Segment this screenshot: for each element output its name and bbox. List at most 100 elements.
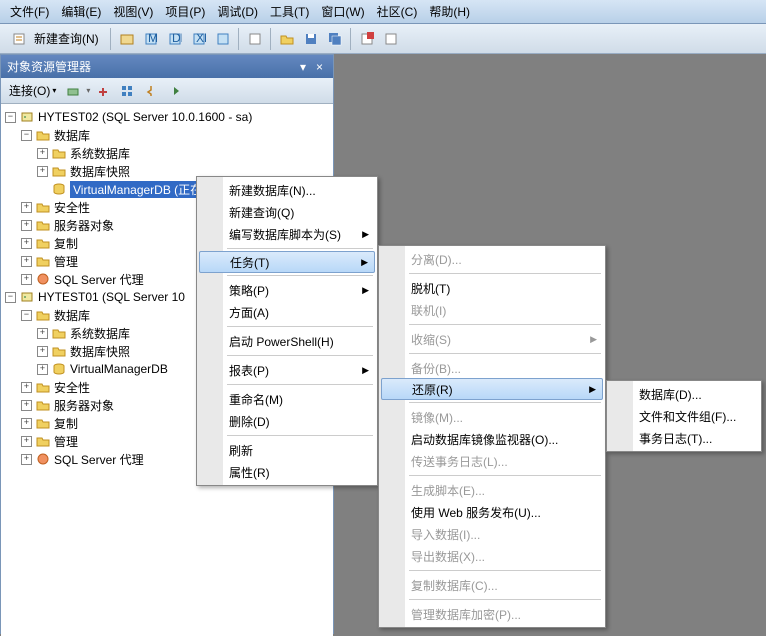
expand-icon[interactable]: + (21, 274, 32, 285)
tree-sysdb1[interactable]: +系统数据库 (3, 144, 331, 162)
expand-icon[interactable]: + (21, 220, 32, 231)
expand-icon[interactable]: + (37, 364, 48, 375)
database-icon (51, 361, 67, 377)
ctx-restore-filegroup[interactable]: 文件和文件组(F)... (609, 405, 759, 427)
ctx-offline[interactable]: 脱机(T) (381, 277, 603, 299)
ctx-online: 联机(I) (381, 299, 603, 321)
tb-btn-1[interactable] (116, 28, 138, 50)
ctx-impdata: 导入数据(I)... (381, 523, 603, 545)
svg-text:MD: MD (148, 32, 158, 45)
new-query-button[interactable]: 新建查询(N) (4, 28, 106, 50)
submenu-arrow-icon: ▶ (361, 257, 368, 268)
folder-icon (51, 145, 67, 161)
server-icon (19, 289, 35, 305)
expand-icon[interactable]: + (21, 382, 32, 393)
panel-close-icon[interactable]: × (312, 60, 327, 74)
connect-button[interactable]: 连接(O) ▾ (5, 80, 60, 101)
folder-icon (35, 397, 51, 413)
panel-tb-3[interactable] (116, 80, 138, 102)
folder-icon (35, 199, 51, 215)
tb-btn-5[interactable] (212, 28, 234, 50)
ctx-facet[interactable]: 方面(A) (199, 301, 375, 323)
main-toolbar: 新建查询(N) MD DM XM (0, 24, 766, 54)
expand-icon[interactable]: + (21, 400, 32, 411)
tb-btn-7[interactable] (356, 28, 378, 50)
panel-title-text: 对象资源管理器 (7, 58, 91, 75)
dropdown-icon: ▾ (52, 86, 56, 95)
collapse-icon[interactable]: − (21, 130, 32, 141)
menu-community[interactable]: 社区(C) (371, 0, 424, 23)
menu-tools[interactable]: 工具(T) (264, 0, 315, 23)
panel-tb-4[interactable] (140, 80, 162, 102)
tb-btn-4[interactable]: XM (188, 28, 210, 50)
ctx-encrypt: 管理数据库加密(P)... (381, 603, 603, 625)
ctx-restore-db[interactable]: 数据库(D)... (609, 383, 759, 405)
ctx-expdata: 导出数据(X)... (381, 545, 603, 567)
tb-btn-3[interactable]: DM (164, 28, 186, 50)
folder-icon (35, 415, 51, 431)
svg-text:DM: DM (172, 32, 182, 45)
menu-view[interactable]: 视图(V) (107, 0, 159, 23)
tree-databases1[interactable]: −数据库 (3, 126, 331, 144)
panel-dropdown-icon[interactable]: ▾ (296, 60, 310, 74)
ctx-newquery[interactable]: 新建查询(Q) (199, 201, 375, 223)
open-button[interactable] (276, 28, 298, 50)
expand-icon[interactable]: + (21, 436, 32, 447)
folder-icon (51, 325, 67, 341)
ctx-newdb[interactable]: 新建数据库(N)... (199, 179, 375, 201)
tb-btn-8[interactable] (380, 28, 402, 50)
save-all-button[interactable] (324, 28, 346, 50)
menu-edit[interactable]: 编辑(E) (55, 0, 107, 23)
expand-icon[interactable]: + (21, 202, 32, 213)
expand-icon[interactable]: + (37, 166, 48, 177)
menubar: 文件(F) 编辑(E) 视图(V) 项目(P) 调试(D) 工具(T) 窗口(W… (0, 0, 766, 24)
menu-debug[interactable]: 调试(D) (211, 0, 264, 23)
expand-icon[interactable]: + (37, 148, 48, 159)
expand-icon[interactable]: + (21, 256, 32, 267)
folder-icon (35, 379, 51, 395)
tb-btn-2[interactable]: MD (140, 28, 162, 50)
submenu-arrow-icon: ▶ (362, 229, 369, 240)
panel-tb-2[interactable] (92, 80, 114, 102)
ctx-shrink: 收缩(S)▶ (381, 328, 603, 350)
submenu-arrow-icon: ▶ (362, 285, 369, 296)
tree-server1[interactable]: −HYTEST02 (SQL Server 10.0.1600 - sa) (3, 108, 331, 126)
collapse-icon[interactable]: − (21, 310, 32, 321)
svg-text:XM: XM (196, 32, 206, 45)
agent-icon (35, 451, 51, 467)
collapse-icon[interactable]: − (5, 112, 16, 123)
ctx-restore-translog[interactable]: 事务日志(T)... (609, 427, 759, 449)
new-query-icon (11, 31, 27, 47)
expand-icon[interactable]: + (37, 346, 48, 357)
tb-btn-6[interactable] (244, 28, 266, 50)
expand-icon[interactable]: + (37, 328, 48, 339)
ctx-rename[interactable]: 重命名(M) (199, 388, 375, 410)
context-menu-3: 数据库(D)... 文件和文件组(F)... 事务日志(T)... (606, 380, 762, 452)
ctx-refresh[interactable]: 刷新 (199, 439, 375, 461)
ctx-report[interactable]: 报表(P)▶ (199, 359, 375, 381)
panel-tb-1[interactable] (62, 80, 84, 102)
ctx-script[interactable]: 编写数据库脚本为(S)▶ (199, 223, 375, 245)
folder-icon (35, 127, 51, 143)
new-query-label: 新建查询(N) (34, 30, 99, 47)
menu-project[interactable]: 项目(P) (159, 0, 211, 23)
ctx-policy[interactable]: 策略(P)▶ (199, 279, 375, 301)
ctx-properties[interactable]: 属性(R) (199, 461, 375, 483)
ctx-delete[interactable]: 删除(D) (199, 410, 375, 432)
menu-window[interactable]: 窗口(W) (315, 0, 370, 23)
ctx-genscript: 生成脚本(E)... (381, 479, 603, 501)
ctx-monitor[interactable]: 启动数据库镜像监视器(O)... (381, 428, 603, 450)
expand-icon[interactable]: + (21, 418, 32, 429)
expand-icon[interactable]: + (21, 238, 32, 249)
ctx-tasks[interactable]: 任务(T)▶ (199, 251, 375, 273)
ctx-webpub[interactable]: 使用 Web 服务发布(U)... (381, 501, 603, 523)
ctx-powershell[interactable]: 启动 PowerShell(H) (199, 330, 375, 352)
expand-icon[interactable]: + (21, 454, 32, 465)
collapse-icon[interactable]: − (5, 292, 16, 303)
panel-tb-5[interactable] (164, 80, 186, 102)
panel-toolbar: 连接(O) ▾ ▾ (1, 78, 333, 104)
ctx-restore[interactable]: 还原(R)▶ (381, 378, 603, 400)
menu-file[interactable]: 文件(F) (4, 0, 55, 23)
save-button[interactable] (300, 28, 322, 50)
menu-help[interactable]: 帮助(H) (423, 0, 476, 23)
